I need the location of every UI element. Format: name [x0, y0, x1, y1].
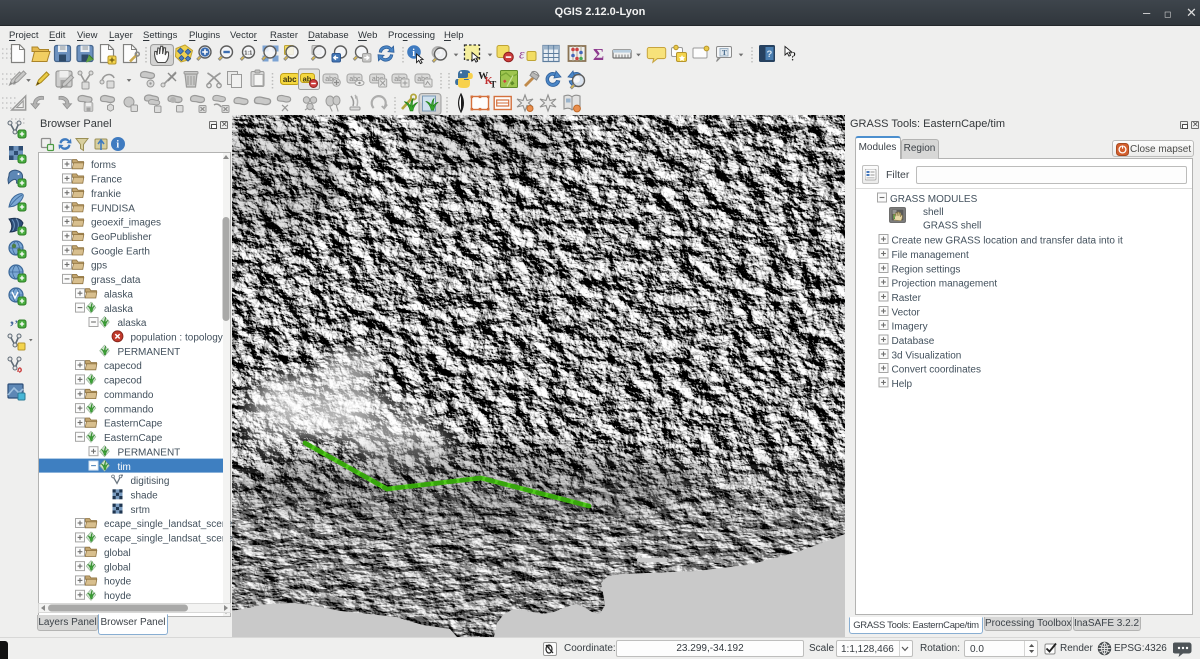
- svg-text:geoexif_images: geoexif_images: [91, 218, 161, 229]
- svg-text:grass_data: grass_data: [91, 275, 141, 286]
- svg-text:Help: Help: [892, 379, 913, 390]
- svg-text:hoyde: hoyde: [104, 577, 132, 588]
- svg-text:digitising: digitising: [131, 476, 170, 487]
- svg-text:srtm: srtm: [131, 505, 150, 516]
- svg-text:,: ,: [10, 311, 14, 328]
- svg-text:FUNDISA: FUNDISA: [91, 203, 135, 214]
- svg-text:ε: ε: [519, 48, 525, 63]
- svg-text:alaska: alaska: [118, 318, 147, 329]
- svg-text:EasternCape: EasternCape: [104, 419, 163, 430]
- svg-text:File management: File management: [892, 250, 969, 261]
- svg-text:T: T: [490, 80, 496, 90]
- svg-text:GeoPublisher: GeoPublisher: [91, 232, 152, 243]
- svg-text:capecod: capecod: [104, 361, 142, 372]
- svg-text:?: ?: [790, 49, 796, 64]
- svg-text:Raster: Raster: [892, 293, 922, 304]
- svg-text:Σ: Σ: [593, 45, 604, 64]
- svg-text:T: T: [722, 48, 727, 57]
- svg-text:shade: shade: [131, 491, 159, 502]
- svg-text:Create new GRASS location and: Create new GRASS location and transfer d…: [892, 235, 1123, 246]
- svg-text:PERMANENT: PERMANENT: [118, 347, 181, 358]
- svg-text:tim: tim: [118, 462, 131, 473]
- svg-text:Projection management: Projection management: [892, 278, 998, 289]
- svg-text:population : topology r: population : topology r: [131, 333, 230, 344]
- svg-text:3d Visualization: 3d Visualization: [892, 350, 962, 361]
- svg-text:Vector: Vector: [892, 307, 921, 318]
- svg-text:frankie: frankie: [91, 189, 121, 200]
- svg-text:ecape_single_landsat_scene: ecape_single_landsat_scene: [104, 519, 232, 530]
- svg-text:commando: commando: [104, 390, 154, 401]
- svg-text:global: global: [104, 548, 131, 559]
- svg-text:Imagery: Imagery: [892, 321, 928, 332]
- svg-text:1:1: 1:1: [244, 50, 252, 56]
- svg-text:hoyde: hoyde: [104, 591, 132, 602]
- svg-text:Region settings: Region settings: [892, 264, 961, 275]
- svg-text:ecape_single_landsat_scene: ecape_single_landsat_scene: [104, 534, 232, 545]
- svg-text:Convert coordinates: Convert coordinates: [892, 364, 982, 375]
- svg-text:commando: commando: [104, 404, 154, 415]
- svg-text:gps: gps: [91, 261, 107, 272]
- svg-text:PERMANENT: PERMANENT: [118, 447, 181, 458]
- svg-text:capecod: capecod: [104, 376, 142, 387]
- svg-text:global: global: [104, 562, 131, 573]
- svg-text:i: i: [412, 48, 415, 59]
- svg-text:Database: Database: [892, 336, 935, 347]
- svg-text:alaska: alaska: [104, 289, 133, 300]
- svg-text:EasternCape: EasternCape: [104, 433, 163, 444]
- svg-text:forms: forms: [91, 160, 116, 171]
- svg-text:abc: abc: [283, 75, 297, 84]
- svg-text:alaska: alaska: [104, 304, 133, 315]
- svg-text:France: France: [91, 175, 123, 186]
- svg-text:Google Earth: Google Earth: [91, 246, 150, 257]
- svg-text:?: ?: [767, 49, 773, 60]
